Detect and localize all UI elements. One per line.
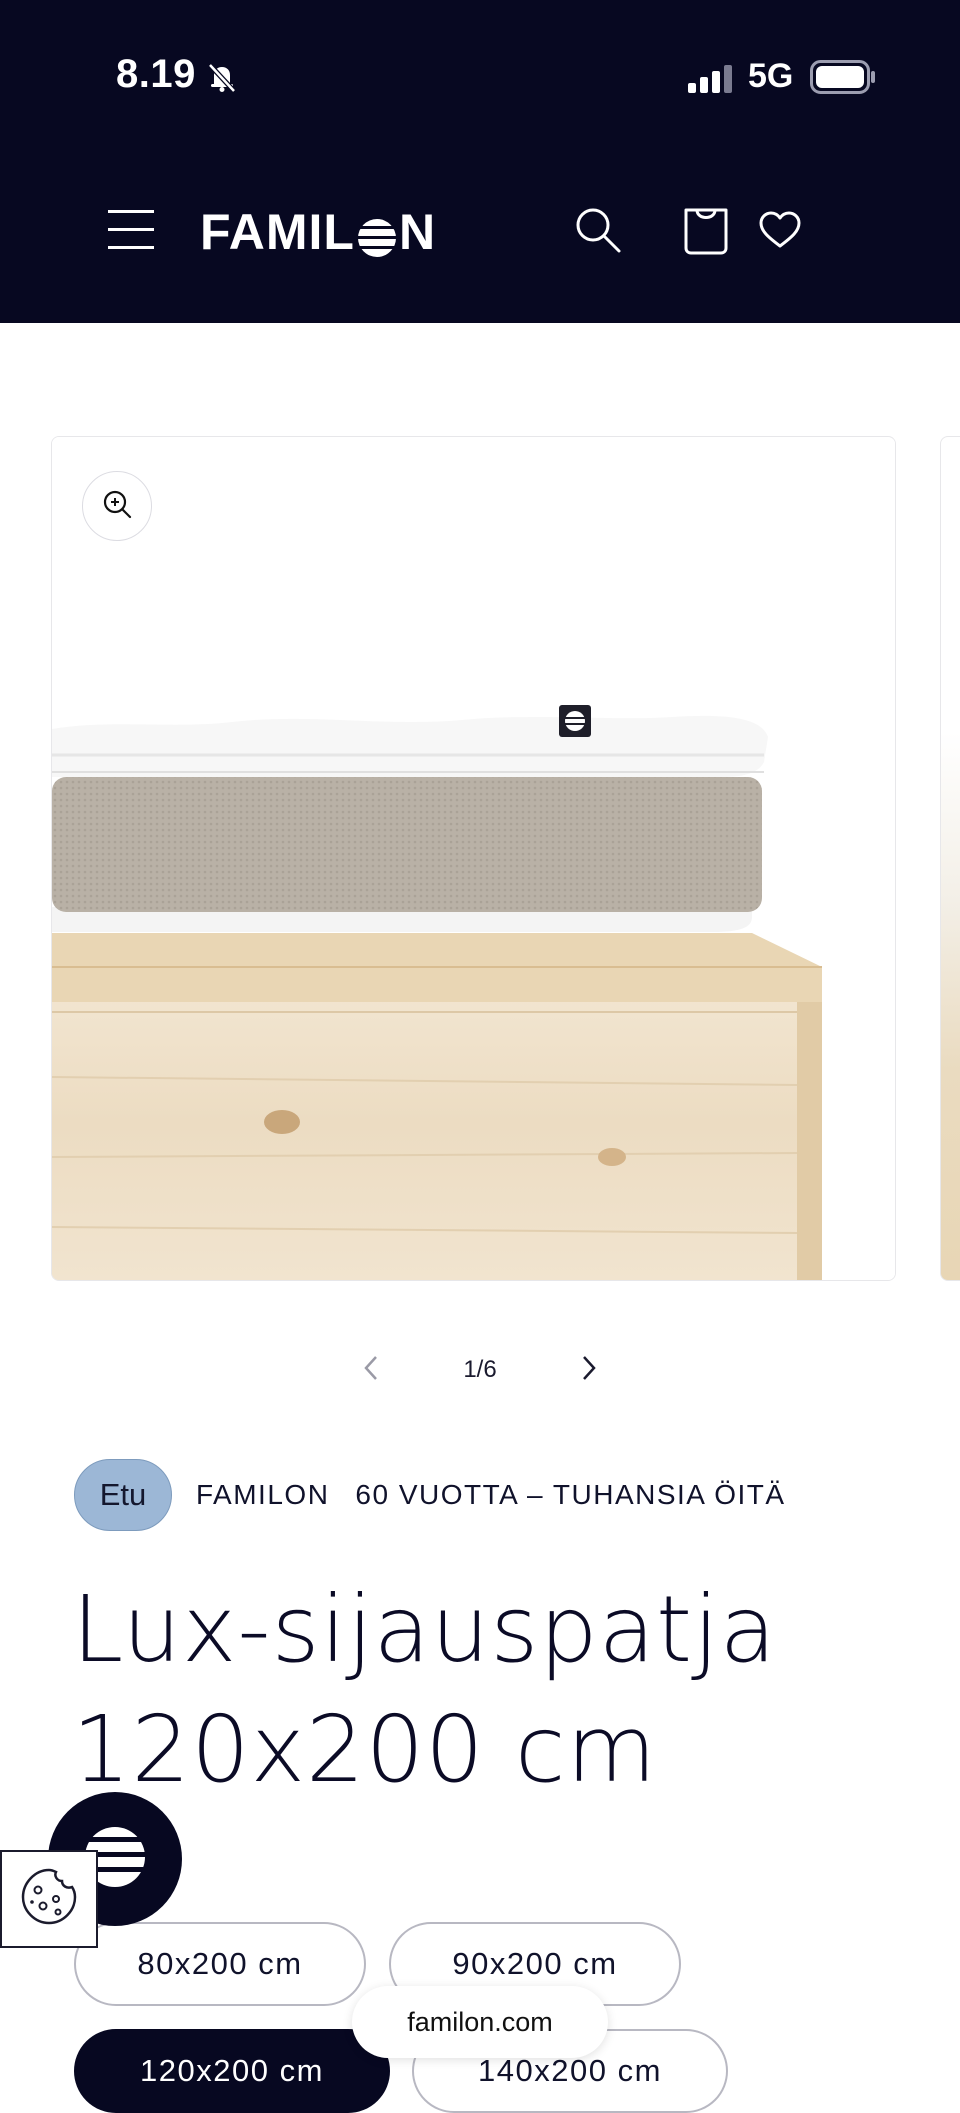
product-title: Lux-sijauspatja 120x200 cm — [72, 1570, 892, 1810]
zoom-in-icon — [102, 489, 132, 524]
product-image — [52, 437, 895, 1280]
cart-icon[interactable] — [682, 204, 730, 261]
next-image-preview[interactable] — [940, 436, 960, 1281]
size-option-80x200[interactable]: 80x200 cm — [74, 1922, 366, 2006]
product-title-line1: Lux-sijauspatja — [72, 1576, 778, 1683]
cookie-icon — [16, 1864, 82, 1935]
site-logo[interactable]: FAMIL N — [200, 203, 436, 261]
site-header: 8.19 5G FAMIL N — [0, 0, 960, 323]
browser-url-bar[interactable]: familon.com — [352, 1986, 608, 2058]
battery-icon — [810, 60, 876, 99]
product-meta: Etu FAMILON 60 VUOTTA – TUHANSIA ÖITÄ — [74, 1459, 786, 1531]
logo-mark-icon — [357, 212, 397, 257]
network-type: 5G — [748, 57, 794, 95]
product-image-card[interactable] — [51, 436, 896, 1281]
product-title-line2: 120x200 cm — [72, 1696, 658, 1803]
cookie-settings-button[interactable] — [0, 1850, 98, 1948]
status-time: 8.19 — [116, 52, 196, 96]
zoom-button[interactable] — [82, 471, 152, 541]
brand-tagline: 60 VUOTTA – TUHANSIA ÖITÄ — [355, 1479, 786, 1510]
menu-icon[interactable] — [108, 208, 154, 255]
gallery-pager: 1/6 — [360, 1345, 600, 1395]
slide-counter: 1/6 — [463, 1356, 497, 1383]
cellular-signal-icon — [688, 65, 734, 98]
bell-muted-icon — [205, 60, 239, 99]
logo-text-left: FAMIL — [200, 204, 355, 260]
next-slide-button[interactable] — [576, 1353, 600, 1388]
vendor-name: FAMILON — [196, 1479, 330, 1510]
size-option-120x200[interactable]: 120x200 cm — [74, 2029, 390, 2113]
wishlist-icon[interactable] — [758, 210, 802, 255]
logo-text-right: N — [398, 204, 437, 260]
search-icon[interactable] — [574, 206, 622, 259]
sale-badge: Etu — [74, 1459, 172, 1531]
previous-slide-button[interactable] — [360, 1353, 384, 1388]
